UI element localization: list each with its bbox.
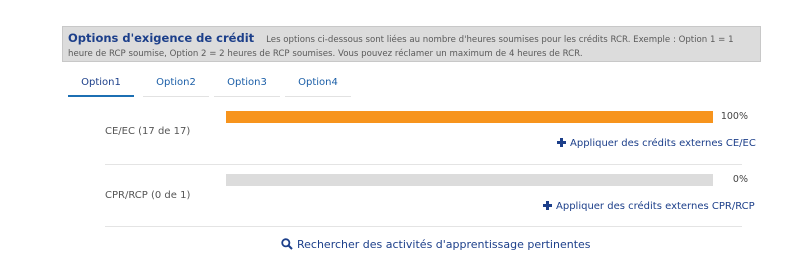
divider [105, 164, 742, 165]
page-title: Options d'exigence de crédit [68, 31, 255, 45]
tab-option2[interactable]: Option2 [143, 72, 209, 97]
progress-bar-ce-ec [226, 111, 713, 123]
divider [105, 226, 742, 227]
requirement-label-ce-ec: CE/EC (17 de 17) [105, 126, 191, 137]
apply-external-credits-ce-ec-link[interactable]: Appliquer des crédits externes CE/EC [557, 138, 756, 149]
tab-option3[interactable]: Option3 [214, 72, 280, 97]
apply-link-label: Appliquer des crédits externes CPR/RCP [556, 201, 755, 212]
progress-percent-ce-ec: 100% [720, 111, 748, 122]
apply-link-label: Appliquer des crédits externes CE/EC [570, 138, 756, 149]
header-text: Options d'exigence de crédit Les options … [68, 31, 756, 61]
tab-option4[interactable]: Option4 [285, 72, 351, 97]
credit-options-header: Options d'exigence de crédit Les options … [62, 26, 761, 62]
search-learning-activities-link[interactable]: Rechercher des activités d'apprentissage… [281, 238, 591, 251]
progress-fill-ce-ec [226, 111, 713, 123]
progress-percent-cpr-rcp: 0% [732, 174, 748, 185]
progress-bar-cpr-rcp [226, 174, 713, 186]
search-icon [281, 238, 293, 250]
plus-icon [557, 138, 566, 147]
requirement-label-cpr-rcp: CPR/RCP (0 de 1) [105, 190, 191, 201]
plus-icon [543, 201, 552, 210]
search-link-label: Rechercher des activités d'apprentissage… [297, 238, 591, 251]
tab-option1[interactable]: Option1 [68, 72, 134, 97]
apply-external-credits-cpr-rcp-link[interactable]: Appliquer des crédits externes CPR/RCP [543, 201, 755, 212]
